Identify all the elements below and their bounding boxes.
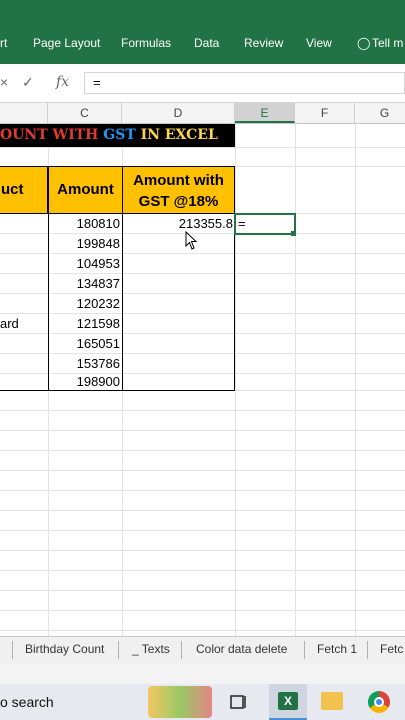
excel-icon: X [278,692,298,710]
column-header-f[interactable]: F [295,103,355,123]
column-header-b[interactable] [0,103,48,123]
column-header-g[interactable]: G [355,103,405,123]
header-product: uct [0,166,48,214]
ribbon: rt Page Layout Formulas Data Review View… [0,0,405,64]
sheet-tab-birthday-count[interactable]: Birthday Count [25,642,104,656]
amount-cell[interactable]: 134837 [48,274,120,294]
title-part-2: GST [103,127,136,143]
enter-check-icon[interactable]: ✓ [22,74,34,91]
sheet-tabs-bar: Birthday Count _ Texts Color data delete… [0,636,405,665]
column-header-d[interactable]: D [122,103,235,123]
amount-cell[interactable]: 104953 [48,254,120,274]
sheet-tab-texts[interactable]: _ Texts [132,642,170,656]
amount-cell[interactable]: 199848 [48,234,120,254]
tab-formulas[interactable]: Formulas [121,36,171,50]
fill-handle[interactable] [291,231,296,236]
title-part-1: OUNT WITH [0,127,104,143]
amount-cell[interactable]: 165051 [48,334,120,354]
file-explorer-icon[interactable] [321,692,343,710]
tell-me-search[interactable]: Tell m [372,36,403,50]
lightbulb-icon[interactable]: ◯ [357,36,370,50]
sheet-title-banner: OUNT WITH GST IN EXCEL [0,124,235,147]
amount-cell[interactable]: 198900 [48,372,120,392]
windows-taskbar: o search X [0,684,405,720]
header-gst-line1: Amount with [133,172,224,189]
header-gst-line2: GST @18% [138,193,219,210]
header-amount: Amount [48,166,123,214]
tab-view[interactable]: View [306,36,332,50]
mouse-cursor-icon [185,231,198,250]
title-part-3: IN EXCEL [135,127,218,143]
tab-data[interactable]: Data [194,36,219,50]
taskbar-search[interactable]: o search [0,694,54,710]
task-view-icon[interactable] [229,693,249,711]
active-cell-value: = [238,216,246,231]
sheet-tab-fetch-1[interactable]: Fetch 1 [317,642,357,656]
amount-cell[interactable]: 153786 [48,354,120,374]
amount-cell[interactable]: 120232 [48,294,120,314]
tab-insert[interactable]: rt [0,36,7,50]
worksheet-grid[interactable]: OUNT WITH GST IN EXCEL uct Amount Amount… [0,124,405,636]
search-highlight-image [148,686,212,718]
tab-review[interactable]: Review [244,36,283,50]
amount-cell[interactable]: 180810 [48,214,120,234]
excel-taskbar-button[interactable]: X [269,684,307,720]
fx-icon[interactable]: fx [56,74,69,90]
column-headers: C D E F G [0,103,405,124]
active-cell[interactable]: = [234,213,296,235]
tab-page-layout[interactable]: Page Layout [33,36,100,50]
product-cell[interactable]: ard [0,314,46,334]
sheet-tab-color-data-delete[interactable]: Color data delete [196,642,287,656]
amount-cell[interactable]: 121598 [48,314,120,334]
formula-bar: × ✓ fx = [0,64,405,103]
formula-input[interactable]: = [84,72,405,94]
column-header-e[interactable]: E [235,103,295,123]
header-amount-with-gst: Amount with GST @18% [122,166,235,214]
gst-amount-cell[interactable]: 213355.8 [122,214,233,234]
sheet-tab-fetch[interactable]: Fetc [380,642,403,656]
cancel-icon[interactable]: × [0,74,8,90]
column-header-c[interactable]: C [48,103,122,123]
chrome-icon[interactable] [368,691,390,713]
status-bar [0,664,405,684]
